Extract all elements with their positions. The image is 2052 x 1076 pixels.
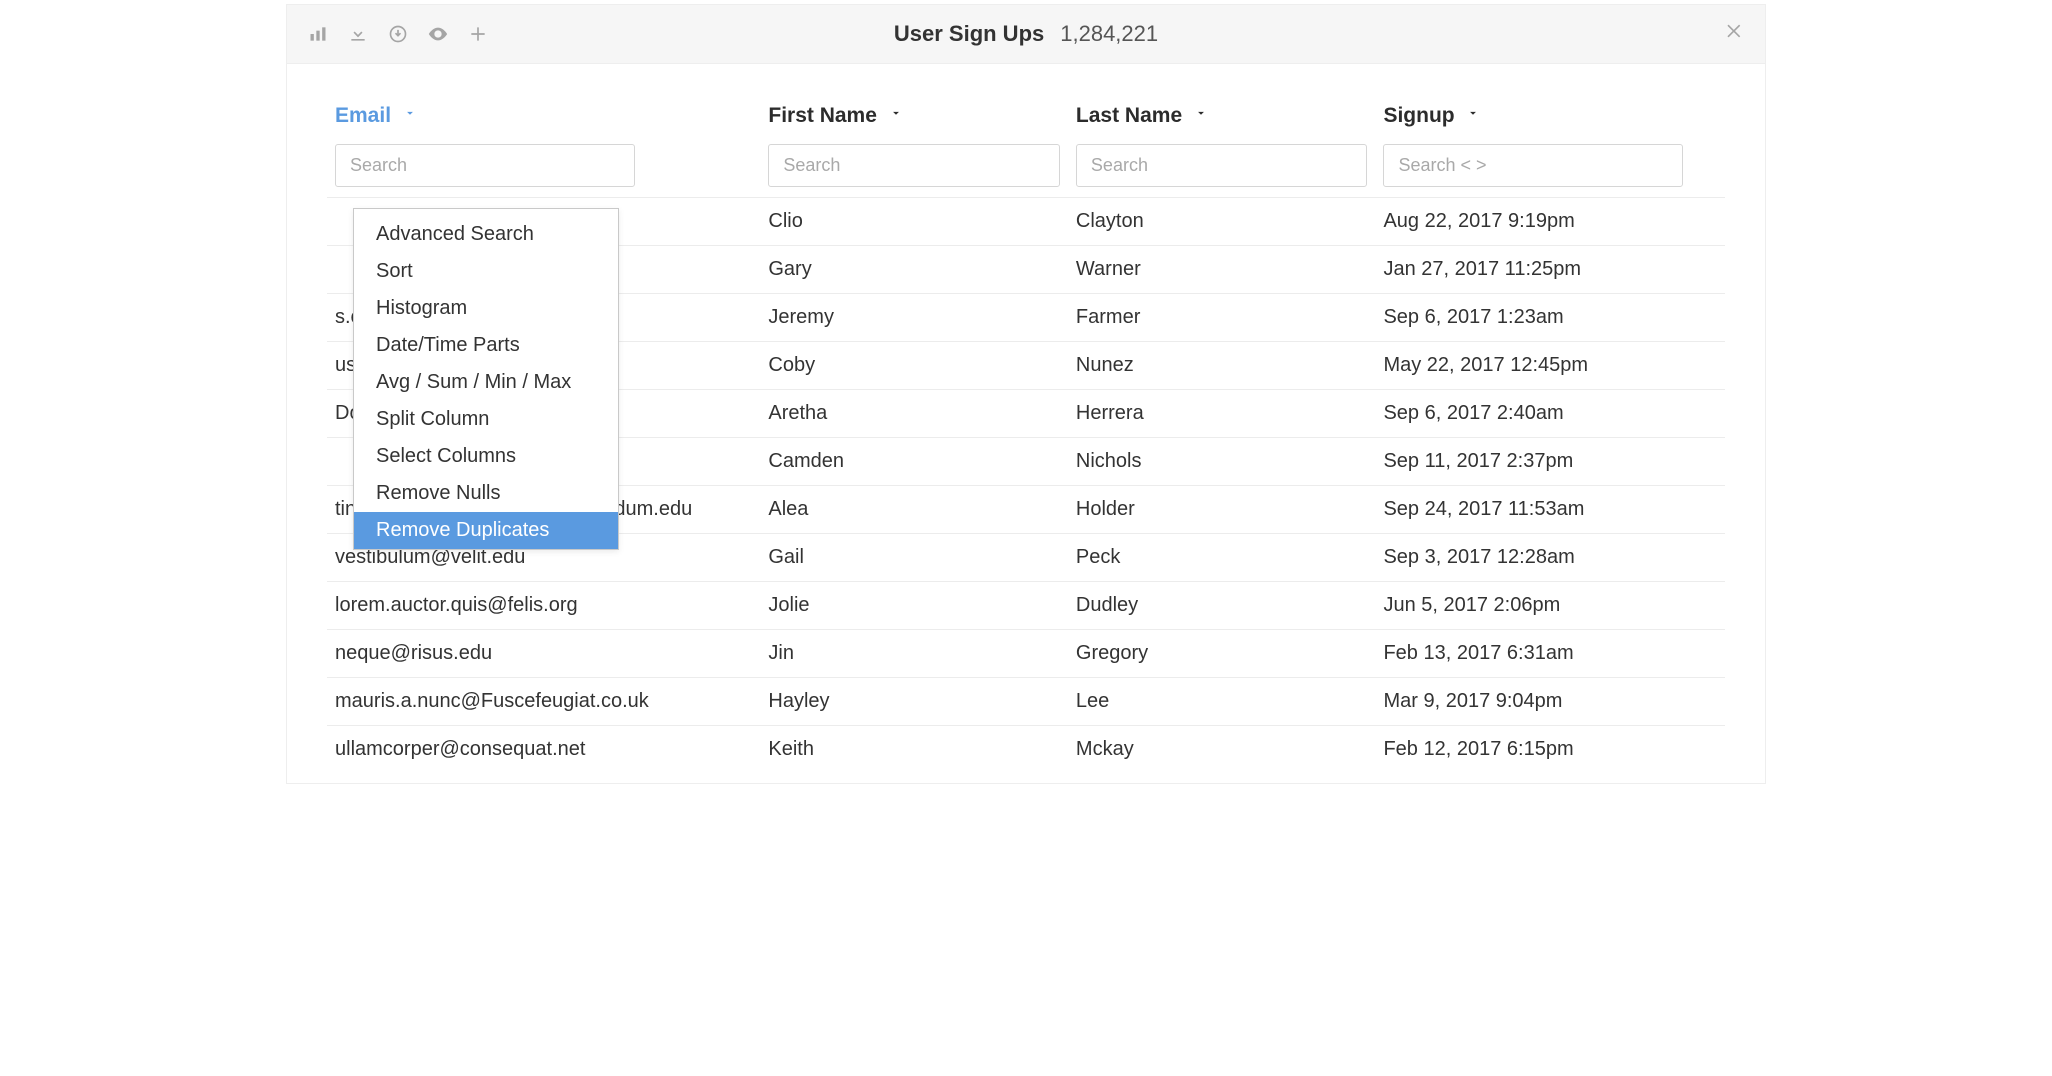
cell-email: lorem.auctor.quis@felis.org	[327, 582, 760, 630]
cell-signup: Feb 12, 2017 6:15pm	[1375, 726, 1725, 774]
cell-signup: May 22, 2017 12:45pm	[1375, 342, 1725, 390]
dropdown-item-date-time-parts[interactable]: Date/Time Parts	[354, 327, 618, 364]
table-container: Email First Name Last Name Signup	[286, 64, 1766, 784]
cell-first: Camden	[760, 438, 1068, 486]
dropdown-item-avg-sum-min-max[interactable]: Avg / Sum / Min / Max	[354, 364, 618, 401]
cell-signup: Sep 11, 2017 2:37pm	[1375, 438, 1725, 486]
cell-first: Clio	[760, 198, 1068, 246]
column-header-last-name[interactable]: Last Name	[1068, 94, 1376, 140]
column-label-signup: Signup	[1383, 104, 1454, 127]
cell-last: Dudley	[1068, 582, 1376, 630]
dropdown-item-remove-duplicates[interactable]: Remove Duplicates	[354, 512, 618, 549]
table-row[interactable]: ullamcorper@consequat.netKeithMckayFeb 1…	[327, 726, 1725, 774]
dropdown-item-histogram[interactable]: Histogram	[354, 290, 618, 327]
cell-first: Coby	[760, 342, 1068, 390]
cell-last: Clayton	[1068, 198, 1376, 246]
table-row[interactable]: lorem.auctor.quis@felis.orgJolieDudleyJu…	[327, 582, 1725, 630]
column-dropdown: Advanced SearchSortHistogramDate/Time Pa…	[353, 208, 619, 550]
search-input-signup[interactable]	[1383, 144, 1683, 187]
cell-first: Aretha	[760, 390, 1068, 438]
cell-email: ullamcorper@consequat.net	[327, 726, 760, 774]
dropdown-item-advanced-search[interactable]: Advanced Search	[354, 209, 618, 253]
cell-signup: Sep 3, 2017 12:28am	[1375, 534, 1725, 582]
cell-signup: Sep 6, 2017 1:23am	[1375, 294, 1725, 342]
cell-last: Farmer	[1068, 294, 1376, 342]
cell-signup: Aug 22, 2017 9:19pm	[1375, 198, 1725, 246]
eye-icon[interactable]	[427, 23, 449, 45]
cell-last: Lee	[1068, 678, 1376, 726]
table-row[interactable]: mauris.a.nunc@Fuscefeugiat.co.ukHayleyLe…	[327, 678, 1725, 726]
cell-first: Jolie	[760, 582, 1068, 630]
cell-last: Mckay	[1068, 726, 1376, 774]
record-count: 1,284,221	[1060, 21, 1158, 47]
download-icon[interactable]	[347, 23, 369, 45]
cell-first: Jin	[760, 630, 1068, 678]
cell-email: neque@risus.edu	[327, 630, 760, 678]
cell-signup: Sep 6, 2017 2:40am	[1375, 390, 1725, 438]
cell-first: Hayley	[760, 678, 1068, 726]
toolbar: User Sign Ups 1,284,221	[286, 4, 1766, 64]
cell-first: Keith	[760, 726, 1068, 774]
cell-last: Nichols	[1068, 438, 1376, 486]
cell-signup: Sep 24, 2017 11:53am	[1375, 486, 1725, 534]
column-header-email[interactable]: Email	[327, 94, 760, 140]
column-label-last: Last Name	[1076, 104, 1182, 127]
dropdown-item-split-column[interactable]: Split Column	[354, 401, 618, 438]
cell-last: Warner	[1068, 246, 1376, 294]
search-input-email[interactable]	[335, 144, 635, 187]
cell-last: Peck	[1068, 534, 1376, 582]
chevron-down-icon	[1194, 102, 1208, 126]
cell-first: Alea	[760, 486, 1068, 534]
table-row[interactable]: neque@risus.eduJinGregoryFeb 13, 2017 6:…	[327, 630, 1725, 678]
cell-signup: Mar 9, 2017 9:04pm	[1375, 678, 1725, 726]
close-icon[interactable]	[1725, 20, 1745, 48]
search-input-first-name[interactable]	[768, 144, 1060, 187]
column-label-first: First Name	[768, 104, 877, 127]
dropdown-item-select-columns[interactable]: Select Columns	[354, 438, 618, 475]
cell-last: Nunez	[1068, 342, 1376, 390]
cell-first: Gary	[760, 246, 1068, 294]
cell-signup: Jun 5, 2017 2:06pm	[1375, 582, 1725, 630]
cell-last: Herrera	[1068, 390, 1376, 438]
plus-icon[interactable]	[467, 23, 489, 45]
cell-last: Gregory	[1068, 630, 1376, 678]
search-input-last-name[interactable]	[1076, 144, 1368, 187]
cell-first: Gail	[760, 534, 1068, 582]
download-circle-icon[interactable]	[387, 23, 409, 45]
cell-last: Holder	[1068, 486, 1376, 534]
column-header-signup[interactable]: Signup	[1375, 94, 1725, 140]
cell-signup: Jan 27, 2017 11:25pm	[1375, 246, 1725, 294]
cell-signup: Feb 13, 2017 6:31am	[1375, 630, 1725, 678]
cell-first: Jeremy	[760, 294, 1068, 342]
chart-icon[interactable]	[307, 23, 329, 45]
chevron-down-icon	[889, 102, 903, 126]
cell-email: mauris.a.nunc@Fuscefeugiat.co.uk	[327, 678, 760, 726]
page-title: User Sign Ups	[894, 21, 1044, 47]
chevron-down-icon	[1466, 102, 1480, 126]
dropdown-item-remove-nulls[interactable]: Remove Nulls	[354, 475, 618, 512]
column-header-first-name[interactable]: First Name	[760, 94, 1068, 140]
column-label-email: Email	[335, 104, 391, 127]
dropdown-item-sort[interactable]: Sort	[354, 253, 618, 290]
chevron-down-icon	[403, 102, 417, 126]
